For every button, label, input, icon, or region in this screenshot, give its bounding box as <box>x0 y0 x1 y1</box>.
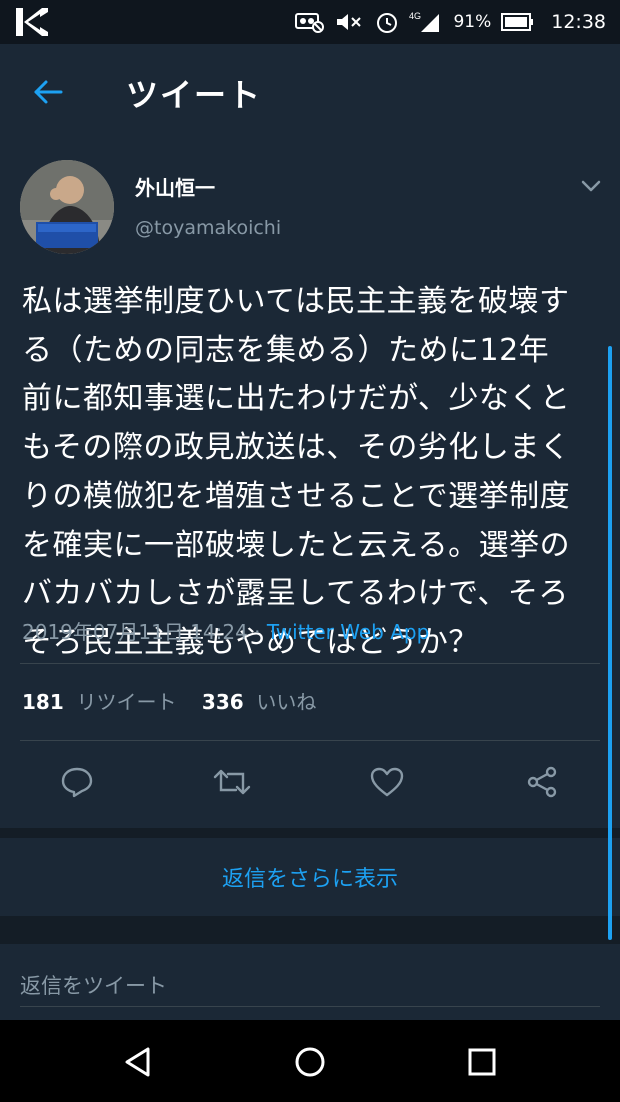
show-more-replies-label: 返信をさらに表示 <box>221 867 398 892</box>
nav-recents-button[interactable] <box>460 1040 504 1084</box>
tweet-detail: 外山恒一 @toyamakoichi 私は選挙制度ひいては民主主義を破壊す る（… <box>0 138 620 828</box>
reply-button[interactable] <box>55 760 99 804</box>
battery-icon <box>501 12 535 32</box>
section-gap <box>0 828 620 838</box>
tweet-source-link[interactable]: Twitter Web App <box>267 620 429 644</box>
reply-input[interactable] <box>20 966 600 1007</box>
share-icon <box>527 766 557 798</box>
likes-label: いいね <box>256 690 317 714</box>
tweet-timestamp: 2019年07月11日 14:24 <box>22 620 248 644</box>
author-name[interactable]: 外山恒一 <box>135 172 215 201</box>
like-button[interactable] <box>365 760 409 804</box>
divider <box>20 740 600 741</box>
signal-icon: 4G <box>409 10 443 34</box>
reply-icon <box>61 767 93 798</box>
app-header: ツイート <box>0 44 620 138</box>
likes-stat[interactable]: 336 いいね <box>202 690 316 714</box>
avatar[interactable] <box>20 160 114 254</box>
section-gap <box>0 916 620 944</box>
retweet-icon <box>213 769 251 795</box>
nav-home-icon <box>295 1047 325 1077</box>
status-bar: 4G 91% 12:38 <box>0 0 620 44</box>
reply-bar <box>0 944 620 1020</box>
alarm-icon <box>375 10 399 34</box>
show-more-replies-button[interactable]: 返信をさらに表示 <box>0 838 620 916</box>
back-button[interactable] <box>28 72 68 112</box>
vr-icon <box>295 11 325 33</box>
app-logo-icon <box>16 8 48 36</box>
scrollbar[interactable] <box>608 346 612 940</box>
tweet-stats: 181 リツイート 336 いいね <box>22 686 316 715</box>
nav-back-button[interactable] <box>116 1040 160 1084</box>
chevron-down-icon <box>581 180 601 192</box>
nav-home-button[interactable] <box>288 1040 332 1084</box>
tweet-menu-button[interactable] <box>578 176 604 196</box>
retweets-label: リツイート <box>76 690 177 714</box>
author-handle[interactable]: @toyamakoichi <box>135 217 281 239</box>
clock: 12:38 <box>551 11 606 33</box>
retweets-stat[interactable]: 181 リツイート <box>22 690 176 714</box>
share-button[interactable] <box>520 760 564 804</box>
back-arrow-icon <box>34 80 63 104</box>
battery-percent: 91% <box>453 12 492 32</box>
system-nav-bar <box>0 1020 620 1102</box>
likes-count: 336 <box>201 690 244 714</box>
nav-back-icon <box>125 1047 150 1077</box>
tweet-meta: 2019年07月11日 14:24 · Twitter Web App <box>22 616 429 645</box>
tweet-text: 私は選挙制度ひいては民主主義を破壊す る（ための同志を集める）ために12年 前に… <box>22 284 571 660</box>
like-icon <box>370 767 404 797</box>
nav-recents-icon <box>468 1048 496 1076</box>
divider <box>20 663 600 664</box>
retweets-count: 181 <box>22 690 64 714</box>
meta-separator: · <box>247 620 267 644</box>
page-title: ツイート <box>126 76 263 114</box>
mute-icon <box>335 11 365 33</box>
tweet-actions <box>0 758 620 808</box>
retweet-button[interactable] <box>210 760 254 804</box>
network-type: 4G <box>409 11 421 21</box>
